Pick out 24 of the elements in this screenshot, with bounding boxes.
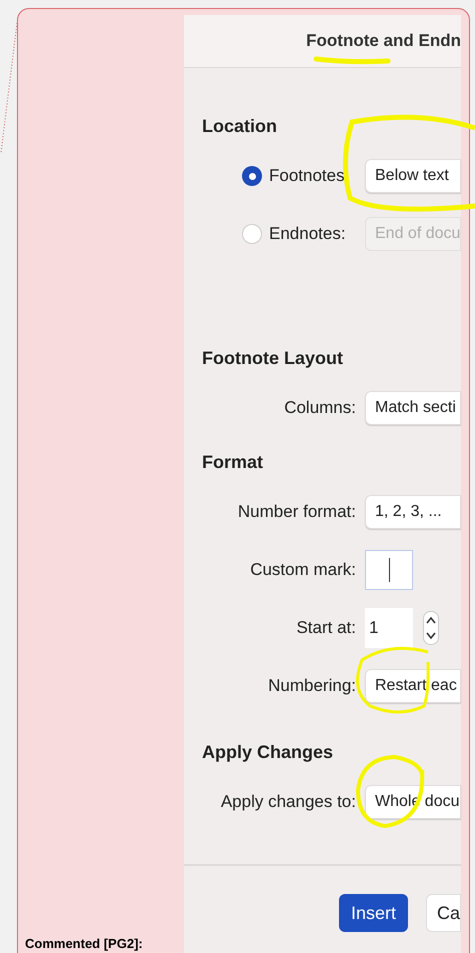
radio-label: Footnotes bbox=[269, 165, 345, 188]
section-heading: Apply Changes bbox=[202, 741, 334, 764]
field-label: Number format: bbox=[236, 501, 356, 524]
dialog-title: Footnote and Endn bbox=[306, 30, 461, 52]
stepper-icon[interactable] bbox=[423, 611, 439, 645]
dialog-button[interactable]: Ca bbox=[426, 894, 461, 932]
dropdown-field[interactable]: Match secti bbox=[365, 391, 461, 425]
dropdown-field[interactable]: Below text bbox=[365, 159, 461, 193]
field-label: Start at: bbox=[295, 617, 356, 640]
radio-button[interactable] bbox=[242, 166, 262, 186]
field-label: Numbering: bbox=[267, 675, 356, 698]
section-heading: Location bbox=[202, 115, 278, 138]
radio-label: Endnotes: bbox=[269, 223, 346, 246]
field-label: Apply changes to: bbox=[220, 791, 356, 814]
dropdown-field[interactable]: Restart eac bbox=[365, 669, 461, 703]
section-heading: Footnote Layout bbox=[202, 347, 344, 370]
field-label: Custom mark: bbox=[249, 559, 356, 582]
comment-label: Commented [PG2]: bbox=[25, 934, 144, 953]
section-heading: Format bbox=[202, 451, 264, 474]
input-field[interactable]: 1 bbox=[365, 608, 413, 648]
field-label: Columns: bbox=[283, 397, 356, 420]
dropdown-field[interactable]: 1, 2, 3, ... bbox=[365, 495, 461, 529]
dialog-button[interactable]: Insert bbox=[338, 894, 408, 932]
input-field[interactable] bbox=[365, 550, 413, 590]
